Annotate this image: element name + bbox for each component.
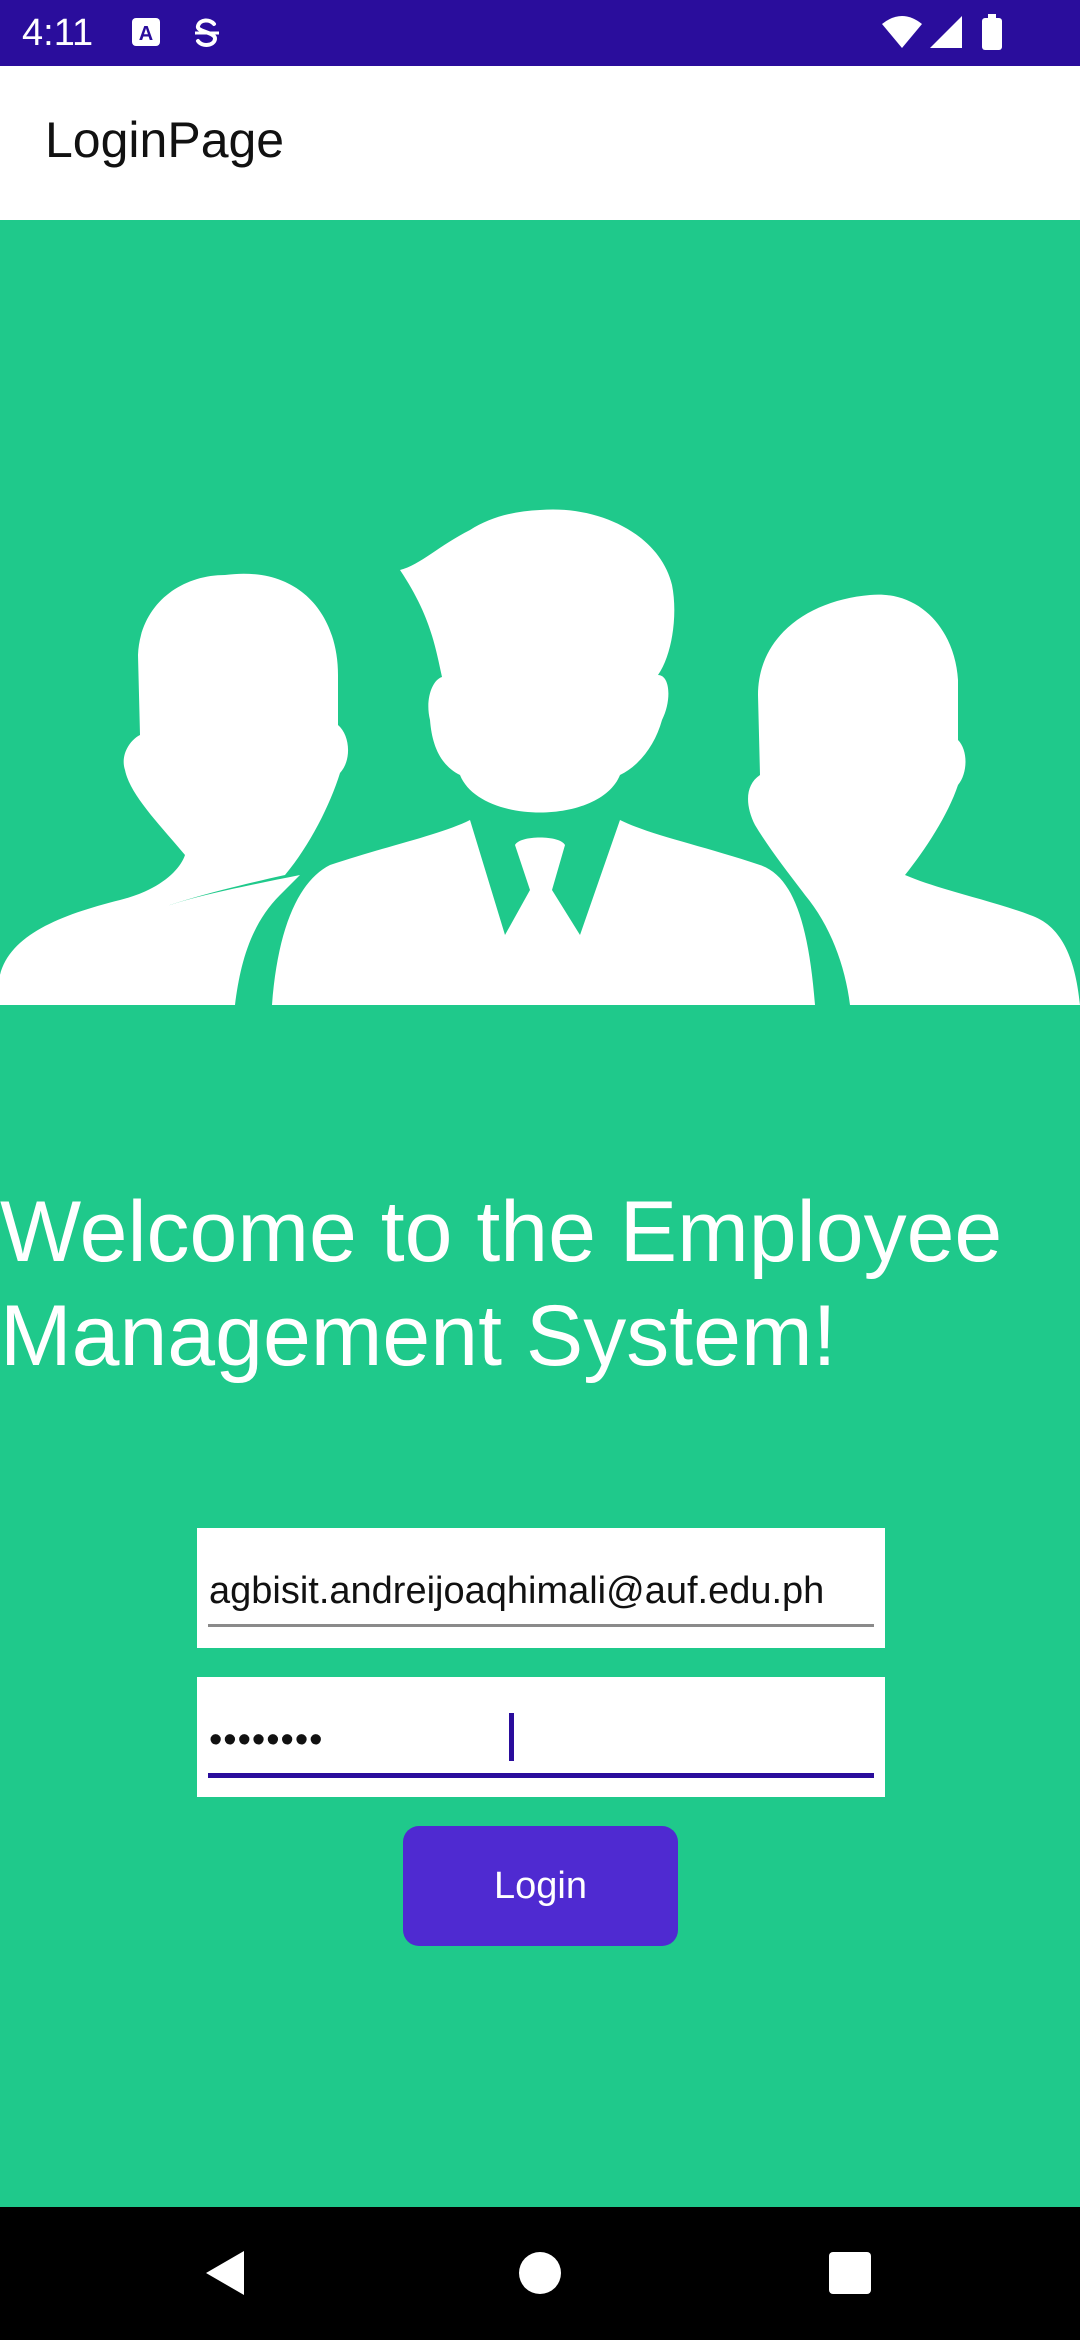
status-bar: 4:11 A [0, 0, 1080, 66]
sync-notification-icon [195, 18, 219, 47]
email-field-underline [208, 1624, 874, 1627]
status-time: 4:11 [22, 12, 94, 54]
back-icon[interactable] [196, 2243, 256, 2303]
welcome-heading: Welcome to the Employee Management Syste… [0, 1184, 1003, 1384]
app-bar: LoginPage [0, 66, 1080, 220]
login-screen: 4:11 A LoginPage Welcome to the Employee… [0, 0, 1080, 2340]
signal-icon [930, 16, 962, 48]
svg-text:A: A [139, 23, 153, 45]
password-field-underline [208, 1773, 874, 1778]
password-field[interactable] [209, 1705, 873, 1775]
text-cursor [509, 1713, 514, 1761]
font-notification-icon: A [132, 18, 160, 46]
navigation-bar [0, 2207, 1080, 2340]
recents-icon[interactable] [820, 2243, 880, 2303]
login-button[interactable]: Login [403, 1826, 678, 1946]
people-group-icon [0, 509, 1080, 1005]
home-icon[interactable] [510, 2243, 570, 2303]
email-field[interactable] [209, 1556, 873, 1626]
password-field-container [197, 1677, 885, 1797]
email-field-container [197, 1528, 885, 1648]
wifi-icon [882, 16, 922, 48]
page-title: LoginPage [45, 112, 285, 168]
battery-icon [982, 14, 1002, 50]
